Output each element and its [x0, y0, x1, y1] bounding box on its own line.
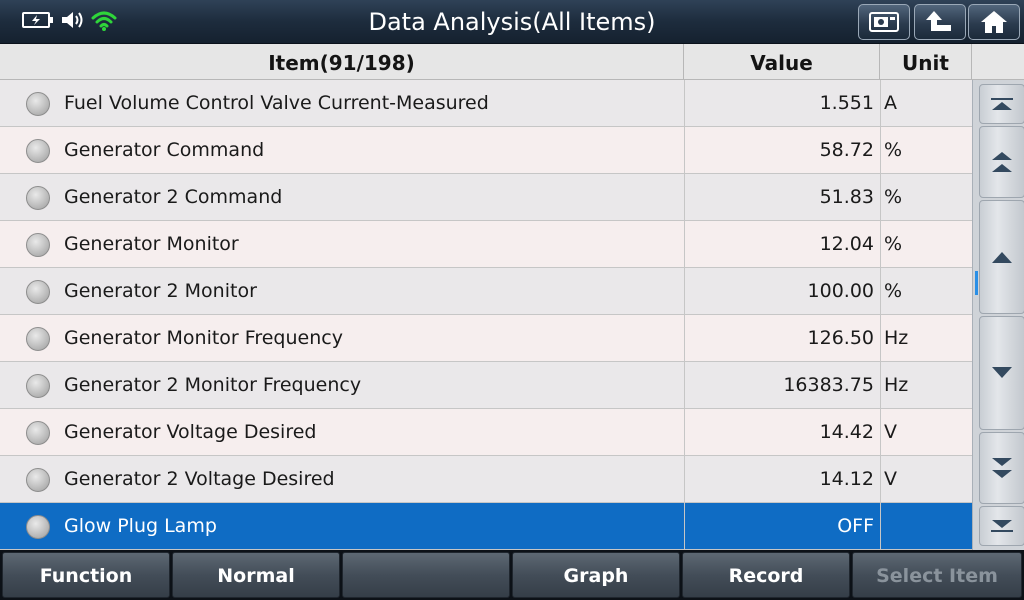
page-up-icon	[992, 152, 1012, 172]
item-name: Generator Voltage Desired	[64, 421, 317, 443]
page-down-button[interactable]	[979, 432, 1024, 504]
home-icon	[981, 11, 1007, 33]
back-button[interactable]	[914, 4, 966, 40]
title-bar: Data Analysis(All Items)	[0, 0, 1024, 44]
item-unit: Hz	[880, 315, 972, 361]
item-name: Generator Monitor Frequency	[64, 327, 343, 349]
table-row[interactable]: Generator 2 Command 51.83 %	[0, 174, 972, 221]
item-name: Generator Monitor	[64, 233, 239, 255]
table-row-selected[interactable]: Glow Plug Lamp OFF	[0, 503, 972, 550]
row-select-radio[interactable]	[26, 233, 50, 257]
line-down-button[interactable]	[979, 316, 1024, 430]
row-select-radio[interactable]	[26, 92, 50, 116]
table-row[interactable]: Generator 2 Voltage Desired 14.12 V	[0, 456, 972, 503]
row-select-radio[interactable]	[26, 280, 50, 304]
record-button[interactable]: Record	[682, 552, 850, 598]
line-down-icon	[992, 367, 1012, 378]
back-icon	[926, 11, 951, 31]
page-down-icon	[992, 458, 1012, 478]
item-unit: V	[880, 456, 972, 502]
scroll-thumb[interactable]	[975, 271, 978, 295]
table-row[interactable]: Generator Monitor Frequency 126.50 Hz	[0, 315, 972, 362]
select-item-button[interactable]: Select Item	[852, 552, 1022, 598]
scroll-top-button[interactable]	[979, 84, 1024, 124]
item-value: 16383.75	[684, 362, 880, 408]
page-up-button[interactable]	[979, 126, 1024, 198]
item-unit: %	[880, 127, 972, 173]
row-select-radio[interactable]	[26, 374, 50, 398]
data-list: Fuel Volume Control Valve Current-Measur…	[0, 80, 972, 550]
column-header-value: Value	[684, 44, 880, 80]
scroll-top-icon	[991, 98, 1013, 110]
scroll-panel	[972, 80, 1024, 550]
item-unit: %	[880, 174, 972, 220]
screenshot-icon	[869, 12, 899, 32]
table-row[interactable]: Generator 2 Monitor Frequency 16383.75 H…	[0, 362, 972, 409]
item-name: Generator 2 Monitor Frequency	[64, 374, 362, 396]
table-row[interactable]: Fuel Volume Control Valve Current-Measur…	[0, 80, 972, 127]
item-name: Generator 2 Monitor	[64, 280, 257, 302]
line-up-icon	[992, 252, 1012, 263]
row-select-radio[interactable]	[26, 186, 50, 210]
item-value: 14.42	[684, 409, 880, 455]
screenshot-button[interactable]	[858, 4, 910, 40]
table-row[interactable]: Generator Monitor 12.04 %	[0, 221, 972, 268]
function-button[interactable]: Function	[2, 552, 170, 598]
item-unit: A	[880, 80, 972, 126]
row-select-radio[interactable]	[26, 139, 50, 163]
item-unit: %	[880, 221, 972, 267]
row-select-radio[interactable]	[26, 327, 50, 351]
table-row[interactable]: Generator Command 58.72 %	[0, 127, 972, 174]
item-value: 100.00	[684, 268, 880, 314]
item-value: 1.551	[684, 80, 880, 126]
table-row[interactable]: Generator 2 Monitor 100.00 %	[0, 268, 972, 315]
item-value: 126.50	[684, 315, 880, 361]
row-select-radio[interactable]	[26, 515, 50, 539]
column-header-item: Item(91/198)	[0, 44, 684, 80]
normal-button[interactable]: Normal	[172, 552, 340, 598]
graph-button[interactable]: Graph	[512, 552, 680, 598]
item-value: 14.12	[684, 456, 880, 502]
item-unit	[880, 503, 972, 549]
item-unit: V	[880, 409, 972, 455]
item-name: Glow Plug Lamp	[64, 515, 217, 537]
column-header-unit: Unit	[880, 44, 972, 80]
row-select-radio[interactable]	[26, 421, 50, 445]
blank-button[interactable]	[342, 552, 510, 598]
item-value: 51.83	[684, 174, 880, 220]
scroll-bottom-button[interactable]	[979, 506, 1024, 546]
item-name: Generator Command	[64, 139, 265, 161]
item-name: Generator 2 Command	[64, 186, 283, 208]
scroll-bottom-icon	[991, 520, 1013, 532]
item-unit: Hz	[880, 362, 972, 408]
item-name: Generator 2 Voltage Desired	[64, 468, 335, 490]
item-unit: %	[880, 268, 972, 314]
item-value: 58.72	[684, 127, 880, 173]
footer-toolbar: Function Normal Graph Record Select Item	[0, 550, 1024, 600]
line-up-button[interactable]	[979, 200, 1024, 314]
home-button[interactable]	[968, 4, 1020, 40]
table-header: Item(91/198) Value Unit	[0, 44, 1024, 80]
table-row[interactable]: Generator Voltage Desired 14.42 V	[0, 409, 972, 456]
item-value: 12.04	[684, 221, 880, 267]
item-name: Fuel Volume Control Valve Current-Measur…	[64, 92, 489, 114]
row-select-radio[interactable]	[26, 468, 50, 492]
item-value: OFF	[684, 503, 880, 549]
